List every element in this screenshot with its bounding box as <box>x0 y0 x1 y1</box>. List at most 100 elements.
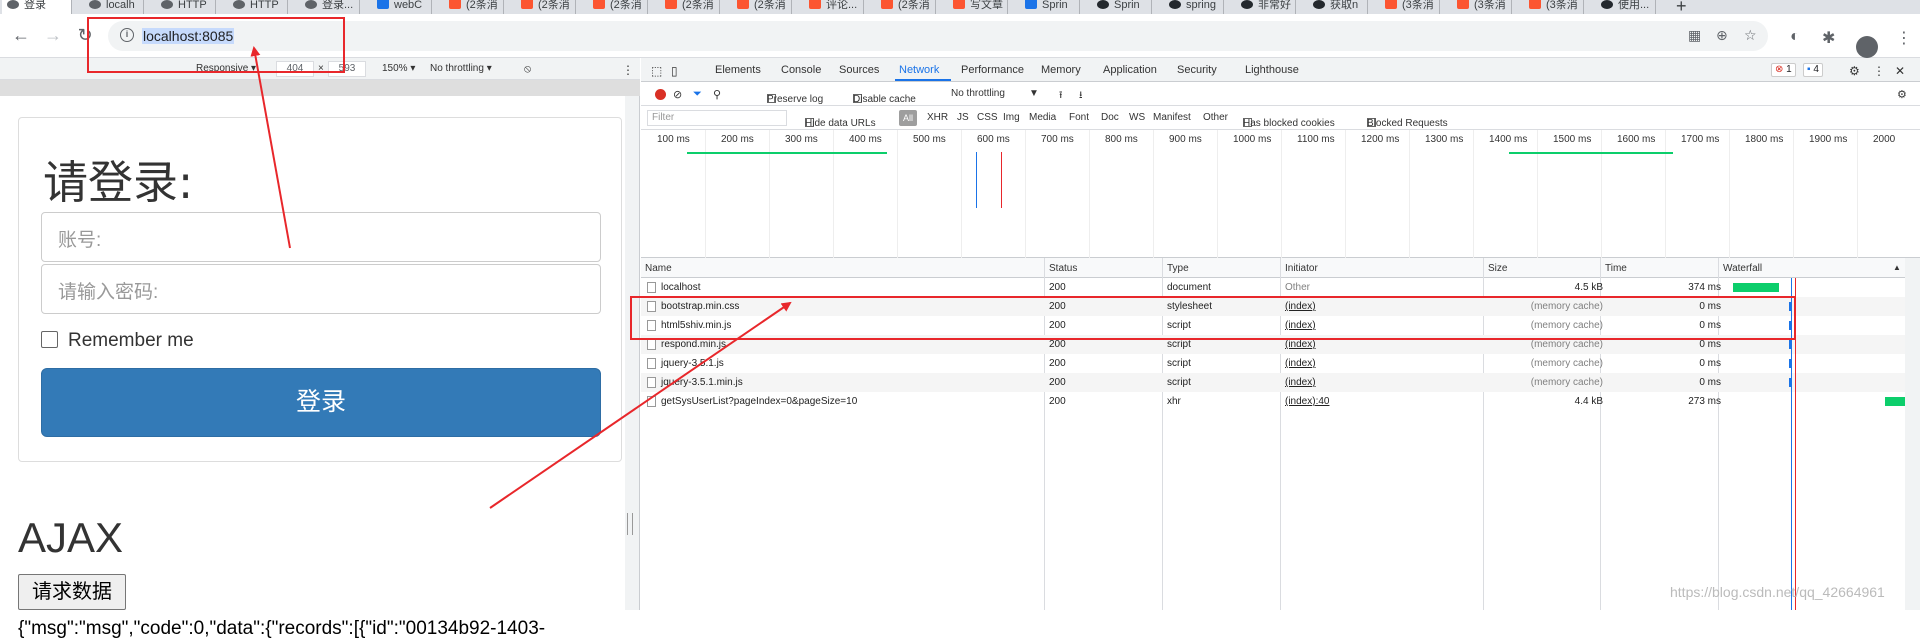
filter-type-img[interactable]: Img <box>1003 112 1020 123</box>
device-throttle-select[interactable]: No throttling ▾ <box>430 63 492 74</box>
browser-tab[interactable]: 评论... <box>804 0 864 14</box>
back-icon[interactable]: ← <box>8 22 34 48</box>
column-waterfall[interactable]: Waterfall <box>1723 263 1762 274</box>
devtools-more-icon[interactable]: ⋮ <box>1873 64 1885 78</box>
browser-tab[interactable]: (2条消 <box>876 0 936 14</box>
browser-tab[interactable]: HTTP <box>228 0 288 14</box>
request-initiator[interactable]: (index) <box>1285 377 1316 388</box>
remember-me[interactable]: Remember me <box>41 330 194 352</box>
column-type[interactable]: Type <box>1167 263 1189 274</box>
request-row[interactable]: jquery-3.5.1.js 200 script (index) (memory c… <box>641 354 1920 373</box>
filter-type-css[interactable]: CSS <box>977 112 998 123</box>
resize-handle[interactable] <box>627 513 633 535</box>
filter-type-js[interactable]: JS <box>957 112 969 123</box>
tab-application[interactable]: Application <box>1103 64 1157 76</box>
request-row[interactable]: getSysUserList?pageIndex=0&pageSize=10 20… <box>641 392 1920 411</box>
tab-performance[interactable]: Performance <box>961 64 1024 76</box>
close-devtools-icon[interactable]: ✕ <box>1895 64 1905 78</box>
column-name[interactable]: Name <box>645 263 672 274</box>
network-overview-timeline[interactable]: 100 ms 200 ms 300 ms 400 ms 500 ms 600 ms 700 … <box>641 130 1920 258</box>
address-bar[interactable]: i localhost:8085 ▦ ⊕ ☆ <box>108 21 1768 51</box>
browser-tab[interactable]: (3条消 <box>1380 0 1440 14</box>
browser-tab[interactable]: 登录 <box>2 0 72 14</box>
import-har-icon[interactable]: ⭱ <box>1059 88 1063 105</box>
table-scrollbar[interactable] <box>1905 258 1920 610</box>
message-badge[interactable]: ▪ 4 <box>1803 63 1823 77</box>
forward-icon[interactable]: → <box>40 22 66 48</box>
network-settings-icon[interactable]: ⚙ <box>1897 88 1907 101</box>
browser-tab[interactable]: (2条消 <box>444 0 504 14</box>
browser-tab[interactable]: (2条消 <box>660 0 720 14</box>
filter-type-xhr[interactable]: XHR <box>927 112 948 123</box>
inspect-icon[interactable]: ⬚ <box>651 64 662 78</box>
browser-tab[interactable]: 写文章 <box>948 0 1008 14</box>
request-data-button[interactable]: 请求数据 <box>18 574 126 610</box>
record-icon[interactable] <box>655 89 666 100</box>
request-initiator[interactable]: (index) <box>1285 358 1316 369</box>
filter-type-font[interactable]: Font <box>1069 112 1089 123</box>
browser-menu-icon[interactable]: ⋮ <box>1896 28 1912 48</box>
browser-tab[interactable]: 登录... <box>300 0 360 14</box>
filter-type-all[interactable]: All <box>899 110 917 126</box>
request-initiator[interactable]: (index) <box>1285 339 1316 350</box>
browser-tab[interactable]: webC <box>372 0 432 14</box>
clear-icon[interactable]: ⊘ <box>673 88 682 101</box>
filter-type-manifest[interactable]: Manifest <box>1153 112 1191 123</box>
filter-input[interactable]: Filter <box>647 110 787 126</box>
device-zoom-select[interactable]: 150% ▾ <box>382 63 415 74</box>
column-time[interactable]: Time <box>1605 263 1627 274</box>
browser-tab[interactable]: (2条消 <box>732 0 792 14</box>
throttle-chevron-icon[interactable]: ▼ <box>1029 88 1039 99</box>
browser-tab[interactable]: Sprin <box>1092 0 1152 14</box>
qr-code-icon[interactable]: ▦ <box>1688 27 1701 44</box>
bookmark-star-icon[interactable]: ☆ <box>1744 27 1757 44</box>
tab-lighthouse[interactable]: Lighthouse <box>1245 64 1299 76</box>
extension-icon[interactable]: ◐ <box>1790 28 1800 46</box>
login-button[interactable]: 登录 <box>41 368 601 437</box>
browser-tab[interactable]: (2条消 <box>516 0 576 14</box>
request-row[interactable]: localhost 200 document Other 4.5 kB 374 ms <box>641 278 1920 297</box>
device-toggle-icon[interactable]: ▯ <box>671 64 678 78</box>
tab-network[interactable]: Network <box>899 64 939 76</box>
browser-tab[interactable]: (3条消 <box>1524 0 1584 14</box>
export-har-icon[interactable]: ⭳ <box>1079 88 1083 105</box>
zoom-icon[interactable]: ⊕ <box>1716 27 1728 44</box>
column-size[interactable]: Size <box>1488 263 1507 274</box>
filter-type-doc[interactable]: Doc <box>1101 112 1119 123</box>
tab-console[interactable]: Console <box>781 64 821 76</box>
filter-type-ws[interactable]: WS <box>1129 112 1145 123</box>
browser-tab[interactable]: spring <box>1164 0 1224 14</box>
sort-up-icon[interactable]: ▲ <box>1893 263 1901 272</box>
filter-funnel-icon[interactable]: ⏷ <box>693 88 702 101</box>
request-initiator[interactable]: Other <box>1285 282 1310 293</box>
column-status[interactable]: Status <box>1049 263 1077 274</box>
browser-tab[interactable]: localh <box>84 0 144 14</box>
tab-memory[interactable]: Memory <box>1041 64 1081 76</box>
filter-type-media[interactable]: Media <box>1029 112 1056 123</box>
tab-elements[interactable]: Elements <box>715 64 761 76</box>
request-row[interactable]: jquery-3.5.1.min.js 200 script (index) (memo… <box>641 373 1920 392</box>
search-icon[interactable]: ⚲ <box>713 88 721 101</box>
request-initiator[interactable]: (index):40 <box>1285 396 1329 407</box>
browser-tab[interactable]: HTTP <box>156 0 216 14</box>
browser-tab[interactable]: Sprin <box>1020 0 1080 14</box>
network-throttle-select[interactable]: No throttling <box>951 88 1005 99</box>
remember-me-checkbox[interactable] <box>41 331 58 348</box>
browser-tab[interactable]: 使用... <box>1596 0 1656 14</box>
extensions-puzzle-icon[interactable]: ✱ <box>1822 28 1835 48</box>
error-badge[interactable]: ⊗ 1 <box>1771 63 1796 77</box>
browser-tab[interactable]: (3条消 <box>1452 0 1512 14</box>
settings-gear-icon[interactable]: ⚙ <box>1849 64 1860 78</box>
tab-sources[interactable]: Sources <box>839 64 879 76</box>
browser-tab[interactable]: 获取n <box>1308 0 1368 14</box>
browser-tab[interactable]: (2条消 <box>588 0 648 14</box>
profile-avatar[interactable] <box>1856 36 1878 58</box>
column-initiator[interactable]: Initiator <box>1285 263 1318 274</box>
rotate-icon[interactable]: ⦸ <box>524 63 531 76</box>
browser-tab[interactable]: 非常好 <box>1236 0 1296 14</box>
account-input[interactable]: 账号: <box>41 212 601 262</box>
tab-security[interactable]: Security <box>1177 64 1217 76</box>
device-more-icon[interactable]: ⋮ <box>622 63 634 77</box>
password-input[interactable]: 请输入密码: <box>41 264 601 314</box>
filter-type-other[interactable]: Other <box>1203 112 1228 123</box>
